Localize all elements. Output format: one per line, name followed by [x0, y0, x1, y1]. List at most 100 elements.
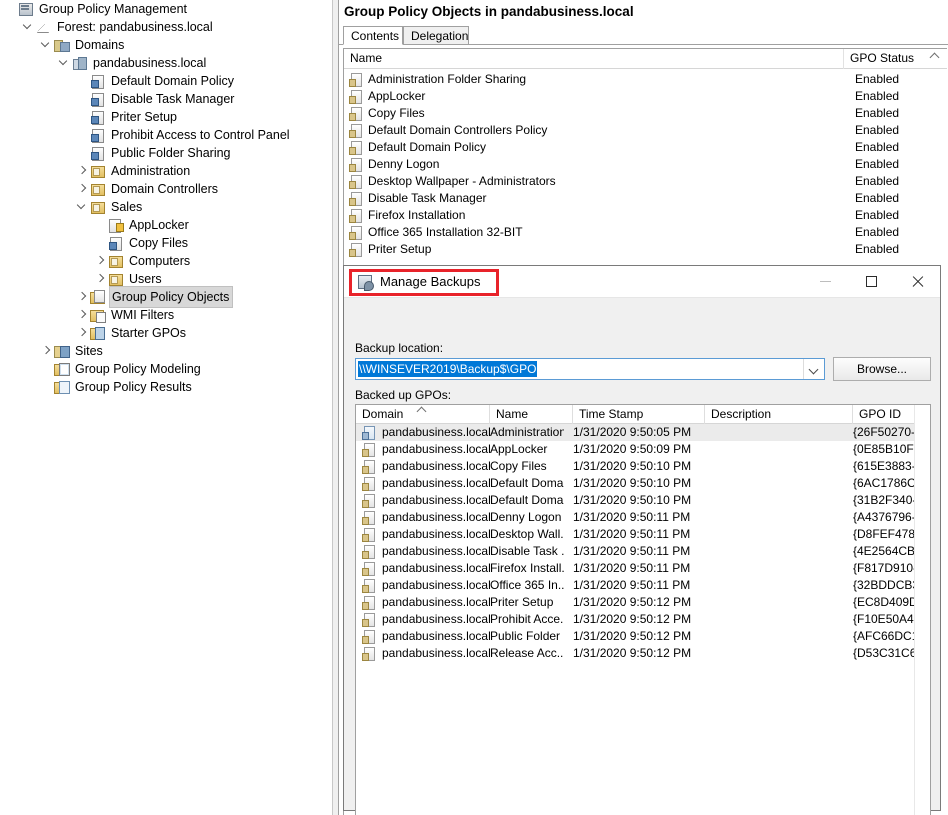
- grid-column-time-stamp[interactable]: Time Stamp: [573, 405, 705, 424]
- gpo-icon: [349, 175, 363, 189]
- tree-item-label: Forest: pandabusiness.local: [57, 20, 213, 34]
- backup-row[interactable]: pandabusiness.local Disable Task ... 1/31/…: [356, 543, 930, 560]
- tree-item-default-domain-policy[interactable]: Default Domain Policy: [0, 72, 322, 90]
- gpo-name: Default Domain Controllers Policy: [368, 123, 548, 137]
- tab-delegation[interactable]: Delegation: [403, 26, 469, 45]
- backup-row[interactable]: pandabusiness.local AppLocker 1/31/2020 9:…: [356, 441, 930, 458]
- gpo-icon: [349, 209, 363, 223]
- backup-row[interactable]: pandabusiness.local Denny Logon 1/31/2020 …: [356, 509, 930, 526]
- chevron-right-icon[interactable]: [75, 163, 89, 179]
- backup-row[interactable]: pandabusiness.local Priter Setup 1/31/2020…: [356, 594, 930, 611]
- backup-row[interactable]: pandabusiness.localDefault Doma... 1/31/2…: [356, 475, 930, 492]
- close-window-button[interactable]: [894, 266, 940, 297]
- minimize-button[interactable]: [802, 266, 848, 297]
- backup-row[interactable]: pandabusiness.local Office 365 In... 1/31/…: [356, 577, 930, 594]
- backup-row[interactable]: pandabusiness.localPublic Folder ... 1/31…: [356, 628, 930, 645]
- tree-item-label: Default Domain Policy: [111, 74, 234, 88]
- tree-item-group-policy-results[interactable]: Group Policy Results: [0, 378, 322, 396]
- chevron-right-icon[interactable]: [75, 325, 89, 341]
- tree-item-label: Starter GPOs: [111, 326, 187, 340]
- chevron-right-icon[interactable]: [93, 271, 107, 287]
- chevron-right-icon[interactable]: [75, 307, 89, 323]
- tree-item-domain-controllers[interactable]: Domain Controllers: [0, 180, 322, 198]
- tree-item-public-folder-sharing[interactable]: Public Folder Sharing: [0, 144, 322, 162]
- gpo-icon: [362, 596, 376, 610]
- backup-location-input[interactable]: \\WINSEVER2019\Backup$\GPO: [358, 361, 538, 377]
- grid-vertical-scrollbar[interactable]: [914, 405, 930, 815]
- gpo-icon: [362, 630, 376, 644]
- tree-item-label: Group Policy Results: [75, 380, 192, 394]
- grid-header: Domain Name Time Stamp Description GPO I…: [356, 405, 930, 424]
- column-header-name[interactable]: Name: [344, 49, 844, 69]
- chevron-right-icon[interactable]: [75, 181, 89, 197]
- manage-backups-icon: [357, 274, 374, 291]
- grid-column-name[interactable]: Name: [490, 405, 573, 424]
- backup-row-domain: pandabusiness.local: [382, 527, 491, 541]
- backup-row-name: Default Doma...: [490, 493, 564, 507]
- backup-row[interactable]: pandabusiness.local Copy Files 1/31/2020 9…: [356, 458, 930, 475]
- backup-row[interactable]: pandabusiness.localAdministration... 1/31…: [356, 424, 930, 441]
- sites-icon: [53, 343, 71, 359]
- browse-button[interactable]: Browse...: [833, 357, 931, 381]
- gpo-status: Enabled: [855, 89, 900, 103]
- gp-modeling-icon: [53, 361, 71, 377]
- page-title: Group Policy Objects in pandabusiness.lo…: [339, 0, 948, 24]
- gpo-list-row[interactable]: Default Domain Policy Enabled: [344, 139, 947, 156]
- tree-item-priter-setup[interactable]: Priter Setup: [0, 108, 322, 126]
- backup-row[interactable]: pandabusiness.local Desktop Wall... 1/31/2…: [356, 526, 930, 543]
- tree-item-domains[interactable]: Domains: [0, 36, 322, 54]
- tree-item-wmi-filters[interactable]: WMI Filters: [0, 306, 322, 324]
- gpo-list-row[interactable]: Disable Task Manager Enabled: [344, 190, 947, 207]
- chevron-down-icon[interactable]: [57, 55, 71, 71]
- tree-item-administration[interactable]: Administration: [0, 162, 322, 180]
- backup-row[interactable]: pandabusiness.local Release Acc... 1/31/20…: [356, 645, 930, 662]
- tree-item-forest-pandabusiness-local[interactable]: Forest: pandabusiness.local: [0, 18, 322, 36]
- backup-row[interactable]: pandabusiness.local Prohibit Acce... 1/31/…: [356, 611, 930, 628]
- gpo-list-row[interactable]: Default Domain Controllers Policy Enabled: [344, 122, 947, 139]
- gpo-list-row[interactable]: Desktop Wallpaper - Administrators Enable…: [344, 173, 947, 190]
- gpo-list-row[interactable]: Administration Folder Sharing Enabled: [344, 71, 947, 88]
- console-tree-pane: Group Policy Management Forest: pandabusi…: [0, 0, 322, 815]
- backup-row[interactable]: pandabusiness.local Firefox Install... 1/3…: [356, 560, 930, 577]
- gpo-list-row[interactable]: Office 365 Installation 32-BIT Enabled: [344, 224, 947, 241]
- gpo-list-row[interactable]: Copy Files Enabled: [344, 105, 947, 122]
- tree-item-group-policy-modeling[interactable]: Group Policy Modeling: [0, 360, 322, 378]
- chevron-down-icon[interactable]: [803, 359, 823, 379]
- tree-item-copy-files[interactable]: Copy Files: [0, 234, 322, 252]
- maximize-button[interactable]: [848, 266, 894, 297]
- tree-item-sales[interactable]: Sales: [0, 198, 322, 216]
- gpo-list-row[interactable]: Denny Logon Enabled: [344, 156, 947, 173]
- tree-item-label: Administration: [111, 164, 191, 178]
- gpo-list-row[interactable]: AppLocker Enabled: [344, 88, 947, 105]
- backup-row-domain: pandabusiness.local: [382, 578, 491, 592]
- wmi-filter-icon: [89, 307, 107, 323]
- tree-item-sites[interactable]: Sites: [0, 342, 322, 360]
- dialog-title-bar[interactable]: Manage Backups: [344, 266, 940, 298]
- chevron-down-icon[interactable]: [39, 37, 53, 53]
- gpo-status: Enabled: [855, 140, 900, 154]
- tree-vertical-scrollbar[interactable]: [322, 0, 333, 815]
- tree-item-group-policy-objects[interactable]: Group Policy Objects: [0, 286, 322, 308]
- gpo-name: Denny Logon: [368, 157, 440, 171]
- tree-item-group-policy-management[interactable]: Group Policy Management: [0, 0, 322, 18]
- tree-item-disable-task-manager[interactable]: Disable Task Manager: [0, 90, 322, 108]
- gpo-list-row[interactable]: Priter Setup Enabled: [344, 241, 947, 258]
- chevron-right-icon[interactable]: [75, 289, 89, 305]
- tree-item-applocker[interactable]: AppLocker: [0, 216, 322, 234]
- tree-item-starter-gpos[interactable]: Starter GPOs: [0, 324, 322, 342]
- tab-contents[interactable]: Contents: [343, 26, 403, 45]
- backup-row-time-stamp: 1/31/2020 9:50:11 PM: [573, 510, 691, 524]
- backup-row[interactable]: pandabusiness.localDefault Doma... 1/31/2…: [356, 492, 930, 509]
- chevron-right-icon[interactable]: [93, 253, 107, 269]
- tree-item-computers[interactable]: Computers: [0, 252, 322, 270]
- tree-item-prohibit-access-to-control-panel[interactable]: Prohibit Access to Control Panel: [0, 126, 322, 144]
- backup-location-combobox[interactable]: \\WINSEVER2019\Backup$\GPO: [355, 358, 825, 380]
- backup-row-name: Office 365 In...: [490, 578, 564, 592]
- chevron-down-icon[interactable]: [21, 19, 35, 35]
- gpo-list-row[interactable]: Firefox Installation Enabled: [344, 207, 947, 224]
- chevron-right-icon[interactable]: [39, 343, 53, 359]
- chevron-down-icon[interactable]: [75, 199, 89, 215]
- grid-column-description[interactable]: Description: [705, 405, 853, 424]
- tree-item-pandabusiness-local[interactable]: pandabusiness.local: [0, 54, 322, 72]
